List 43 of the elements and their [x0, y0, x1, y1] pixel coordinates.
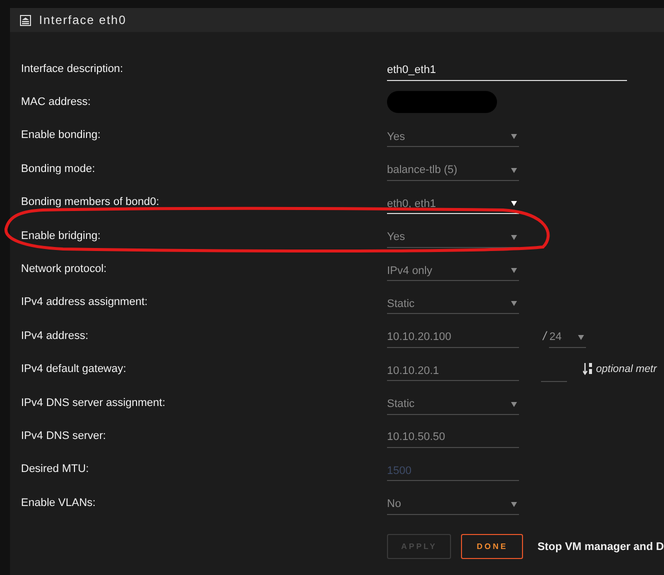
select-field[interactable]: Yes [387, 224, 519, 248]
select-field[interactable]: No [387, 490, 519, 515]
caret-icon [511, 402, 517, 407]
caret-icon [511, 234, 517, 240]
caret-icon [511, 134, 517, 140]
select-field[interactable]: Static [387, 290, 519, 314]
field-label: IPv4 address assignment: [21, 296, 149, 308]
slash-text: / [543, 328, 546, 343]
field-label: IPv4 DNS server assignment: [21, 396, 166, 409]
field-label: Interface description: [21, 62, 124, 75]
input-field[interactable]: 10.10.50.50 [387, 424, 519, 448]
input-field[interactable]: eth0_eth1 [387, 56, 627, 81]
caret-icon [511, 502, 517, 507]
caret-icon [511, 301, 517, 306]
status-note: Stop VM manager and D [537, 540, 664, 553]
network-icon [20, 14, 31, 26]
field-label: Desired MTU: [21, 463, 90, 476]
field-label: Enable VLANs: [21, 496, 97, 509]
field-label: Network protocol: [21, 263, 108, 276]
field-label: IPv4 default gateway: [21, 363, 128, 376]
select-field[interactable]: eth0, eth1 [387, 190, 519, 214]
field-label: IPv4 DNS server: [21, 430, 107, 442]
field-label: MAC address: [21, 96, 92, 108]
select-field[interactable]: IPv4 only [387, 257, 519, 282]
metric-hint: optional metr [583, 363, 659, 376]
field-label: Bonding mode: [21, 162, 96, 175]
select-field[interactable]: balance-tlb (5) [387, 156, 519, 181]
field-label: IPv4 address: [21, 330, 90, 342]
select-field[interactable]: Static [387, 390, 519, 415]
caret-icon [511, 168, 517, 173]
done-button[interactable]: DONE [461, 534, 524, 560]
field-label: Bonding members of bond0: [21, 196, 160, 208]
caret-icon [511, 268, 517, 274]
field-label: Enable bridging: [21, 230, 102, 242]
select-field[interactable]: Yes [387, 123, 519, 148]
field-label: Enable bonding: [21, 129, 102, 142]
caret-icon [578, 334, 584, 340]
sort-icon [583, 363, 593, 376]
caret-icon [511, 201, 517, 206]
select-field[interactable]: 24 [549, 324, 586, 348]
input-field[interactable]: 10.10.20.1 [387, 357, 519, 382]
panel-title: Interface eth0 [39, 13, 126, 27]
input-field[interactable]: 10.10.20.100 [387, 324, 519, 348]
